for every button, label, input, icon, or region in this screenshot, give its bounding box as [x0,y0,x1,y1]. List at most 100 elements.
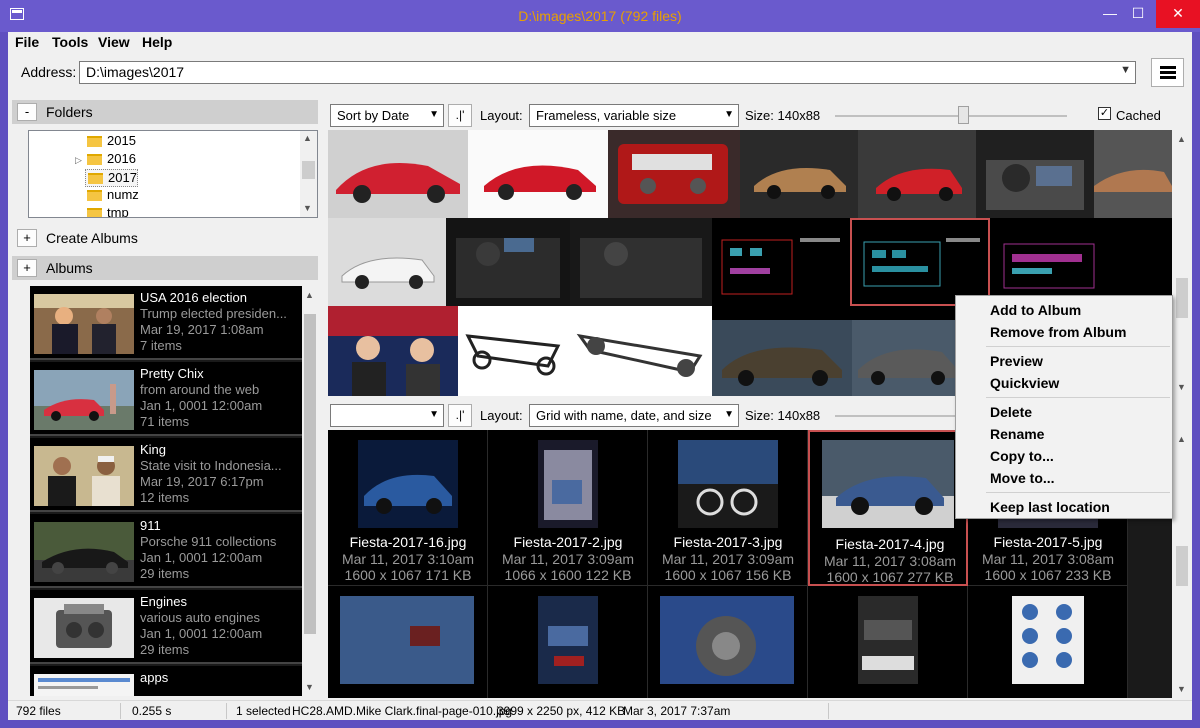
create-albums-expand-button[interactable]: + [17,229,37,247]
album-item[interactable]: Pretty Chix from around the web Jan 1, 0… [30,362,302,436]
scroll-thumb[interactable] [1176,546,1188,586]
album-count: 71 items [140,414,190,429]
folder-item-selected[interactable]: 2017 [85,169,138,187]
image-tile[interactable] [608,130,740,218]
menu-item-copy-to[interactable]: Copy to... [990,448,1054,464]
scroll-thumb[interactable] [304,314,316,634]
menu-view[interactable]: View [98,34,130,50]
album-item[interactable]: apps [30,666,302,696]
create-albums-header[interactable]: + Create Albums [12,226,318,250]
close-button[interactable]: ✕ [1156,0,1200,28]
scroll-up-icon[interactable]: ▲ [303,133,312,143]
folder-item[interactable]: tmp [85,205,129,217]
size-slider-thumb[interactable] [957,106,969,124]
scroll-up-icon[interactable]: ▲ [1177,134,1186,144]
grid-item-selected[interactable]: Fiesta-2017-4.jpg Mar 11, 2017 3:08am 16… [808,430,968,586]
menu-item-move-to[interactable]: Move to... [990,470,1055,486]
grid-thumbnail [538,440,598,528]
album-item[interactable]: Engines various auto engines Jan 1, 0001… [30,590,302,664]
image-tile[interactable] [1094,130,1172,218]
scroll-thumb[interactable] [302,161,315,179]
bottom-pane-scrollbar[interactable]: ▲ ▼ [1174,430,1190,698]
menu-file[interactable]: File [15,34,39,50]
grid-item[interactable]: Fiesta-2017-16.jpg Mar 11, 2017 3:10am 1… [328,430,488,586]
menu-item-quickview[interactable]: Quickview [990,375,1059,391]
menu-tools[interactable]: Tools [52,34,88,50]
sort-order-button[interactable]: .|' [448,104,472,127]
sort-order-button[interactable]: .|' [448,404,472,427]
menu-item-remove-from-album[interactable]: Remove from Album [990,324,1126,340]
grid-item[interactable] [488,586,648,698]
layout-select[interactable]: Grid with name, date, and size ▼ [529,404,739,427]
album-item[interactable]: USA 2016 election Trump elected presiden… [30,286,302,360]
image-tile[interactable] [328,130,468,218]
folder-item[interactable]: 2016 [85,151,136,169]
album-item[interactable]: King State visit to Indonesia... Mar 19,… [30,438,302,512]
menu-item-delete[interactable]: Delete [990,404,1032,420]
menu-item-rename[interactable]: Rename [990,426,1044,442]
image-tile[interactable] [468,130,608,218]
image-tile[interactable] [328,218,446,306]
hamburger-line [1160,66,1176,69]
image-tile[interactable] [446,218,570,306]
address-label: Address: [21,64,77,80]
folder-item[interactable]: 2015 [85,133,136,151]
scroll-up-icon[interactable]: ▲ [305,290,314,300]
scroll-up-icon[interactable]: ▲ [1177,434,1186,444]
image-tile[interactable] [858,130,976,218]
scroll-down-icon[interactable]: ▼ [1177,684,1186,694]
image-tile[interactable] [976,130,1094,218]
folder-icon [87,136,102,147]
folder-scrollbar[interactable]: ▲ ▼ [300,131,317,217]
maximize-button[interactable]: ☐ [1121,0,1155,28]
albums-header[interactable]: + Albums [12,256,318,280]
folder-item[interactable]: numz [85,187,139,205]
menu-item-add-to-album[interactable]: Add to Album [990,302,1081,318]
grid-item[interactable] [328,586,488,698]
album-date: Jan 1, 0001 12:00am [140,398,263,413]
album-title: 911 [140,518,161,533]
image-tile[interactable] [570,218,712,306]
album-count: 29 items [140,566,190,581]
folder-tree[interactable]: ▷ 2015 2016 2017 numz tmp ▲ ▼ [28,130,318,218]
folder-icon [87,208,102,217]
image-tile[interactable] [990,218,1172,306]
grid-item[interactable] [968,586,1128,698]
hamburger-menu-button[interactable] [1151,58,1184,87]
image-tile[interactable] [712,320,852,396]
chevron-down-icon[interactable]: ▼ [1120,64,1131,76]
scroll-down-icon[interactable]: ▼ [1177,382,1186,392]
grid-item[interactable] [808,586,968,698]
scroll-down-icon[interactable]: ▼ [303,203,312,213]
layout-select[interactable]: Frameless, variable size ▼ [529,104,739,127]
folders-header[interactable]: - Folders [12,100,318,124]
cached-checkbox[interactable]: ✓ [1098,107,1111,120]
size-slider-track[interactable] [835,115,1067,117]
image-tile[interactable] [328,306,458,396]
menu-item-keep-last-location[interactable]: Keep last location [990,499,1110,515]
menu-help[interactable]: Help [142,34,172,50]
image-tile[interactable] [712,218,850,306]
image-tile[interactable] [458,306,570,396]
grid-item[interactable]: Fiesta-2017-2.jpg Mar 11, 2017 3:09am 10… [488,430,648,586]
image-tile[interactable] [740,130,858,218]
grid-item[interactable]: Fiesta-2017-3.jpg Mar 11, 2017 3:09am 16… [648,430,808,586]
album-description: from around the web [140,382,260,397]
scroll-thumb[interactable] [1176,278,1188,318]
album-list-scrollbar[interactable]: ▲ ▼ [302,286,318,696]
album-list[interactable]: USA 2016 election Trump elected presiden… [30,286,318,696]
grid-item[interactable] [648,586,808,698]
image-tile[interactable] [570,306,712,396]
address-input[interactable]: D:\images\2017 ▼ [79,61,1136,84]
expand-arrow-icon[interactable]: ▷ [75,155,82,166]
top-pane-scrollbar[interactable]: ▲ ▼ [1174,130,1190,396]
sort-select[interactable]: Sort by Date ▼ [330,104,444,127]
menu-item-preview[interactable]: Preview [990,353,1043,369]
scroll-down-icon[interactable]: ▼ [305,682,314,692]
image-tile[interactable] [852,320,962,396]
album-item[interactable]: 911 Porsche 911 collections Jan 1, 0001 … [30,514,302,588]
folders-collapse-button[interactable]: - [17,103,37,121]
image-tile-selected[interactable] [850,218,990,306]
albums-expand-button[interactable]: + [17,259,37,277]
sort-select[interactable]: ▼ [330,404,444,427]
